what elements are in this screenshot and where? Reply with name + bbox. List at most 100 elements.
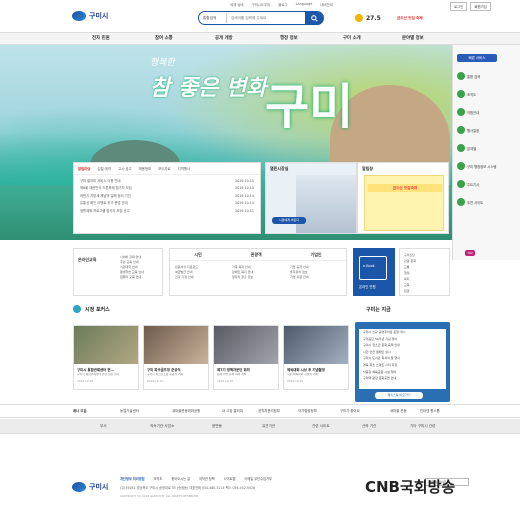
banner-link[interactable]: 인터넷 원스톱 <box>420 405 440 418</box>
card-title: 제7기 정책자문단 회의 <box>217 368 250 372</box>
banner-link[interactable]: 국가법령정보 <box>298 405 317 418</box>
util-link[interactable]: 구미시도우미 <box>252 2 271 8</box>
nav-item[interactable]: 분야별 정보 <box>402 33 424 45</box>
audience-col: 가족 복지 안내 장애인 복지 안내 일자리 창출 정보 <box>232 265 253 280</box>
audience-link[interactable]: 기업 지원 안내 <box>290 275 308 280</box>
scroll-top-button[interactable]: TOP <box>465 250 475 256</box>
footer-nav-item[interactable]: 관련 사이트 <box>312 419 330 433</box>
online-link[interactable]: 컴퓨터 교육 안내 <box>120 275 144 280</box>
footer-nav-item[interactable]: 읍면동 <box>212 419 222 433</box>
footer-link[interactable]: 개인정보 처리방침 <box>120 476 145 481</box>
focus-card[interactable]: 구미시 통합관제센터 현... 구미시 통합관제센터 현장 점검 실시 2019… <box>73 325 139 390</box>
gumi-now-item[interactable]: 구미시 신규 공영주차장 운영 개시 <box>359 329 446 336</box>
login-button[interactable]: 로그인 <box>450 2 468 11</box>
tab-notice[interactable]: 고시·공고 <box>118 166 132 171</box>
tab-press[interactable]: 보도자료 <box>158 166 170 171</box>
signup-button[interactable]: 회원가입 <box>470 2 491 11</box>
footer-link[interactable]: 사이트맵 <box>224 476 236 481</box>
search-input[interactable] <box>227 13 305 23</box>
audience-tabs: 시민 관광객 기업인 <box>170 249 346 261</box>
audience-link[interactable]: 일자리 창출 정보 <box>232 275 253 280</box>
sidebar-item[interactable]: 통합 검색 <box>457 69 501 83</box>
focus-card[interactable]: 구미 파크골프장 준공식 구미시 파크골프장 준공식 개최 2019.10.15 <box>143 325 209 390</box>
tab-event[interactable]: 지역행사 <box>178 166 190 171</box>
sidebar-item[interactable]: 구미 행정정보 시스템 <box>457 159 501 173</box>
sun-icon <box>355 14 363 22</box>
audience-link[interactable]: 건강 가정 안내 <box>175 275 198 280</box>
news-row[interactable]: 구미 알리미 서비스 이용 안내 2019.10.15 <box>80 178 254 185</box>
banner-link[interactable]: 농업기술센터 <box>120 405 139 418</box>
banner-link[interactable]: 구미가 좋아요 <box>340 405 360 418</box>
util-link[interactable]: 내비안내 <box>320 2 332 8</box>
footer-link[interactable]: 이메일 무단수집거부 <box>244 476 271 481</box>
util-link[interactable]: 세계 상태 <box>230 2 244 8</box>
ebook-button[interactable]: e-Book 온라인 민원 <box>353 248 395 296</box>
news-row[interactable]: 생활체육 프로그램 참가자 모집 공고 2019.10.11 <box>80 208 254 215</box>
sidebar-item[interactable]: 행사일정 <box>457 123 501 137</box>
hero-subtitle: 행복한 <box>150 58 175 68</box>
mayor-contact-button[interactable]: 시장에게 바란다 <box>272 217 306 224</box>
tab-tourist[interactable]: 관광객 <box>251 252 262 258</box>
footer-link[interactable]: 조직도 <box>154 476 163 481</box>
link-icon <box>457 198 465 206</box>
gumi-now-item[interactable]: 구미역 광장 문화공연 안내 <box>359 375 446 382</box>
site-footer: 구미시 개인정보 처리방침 조직도 찾아오시는 길 저작권 정책 사이트맵 이메… <box>0 433 520 510</box>
util-link[interactable]: 블로그 <box>278 2 287 8</box>
gumi-now-item[interactable]: 경북 최초 스마트 시티 지정 <box>359 362 446 369</box>
footer-nav-item[interactable]: 기타 구미시 관련 <box>410 419 435 433</box>
footer-nav-item[interactable]: 산하 기관 <box>362 419 376 433</box>
banner-link[interactable]: 새마을 운동 <box>390 405 407 418</box>
tab-citizen[interactable]: 시민 <box>194 252 201 258</box>
search-button[interactable] <box>305 11 323 25</box>
sidebar-item[interactable]: 직원안내 <box>457 105 501 119</box>
sidebar-item[interactable]: 분야별 <box>457 141 501 155</box>
banner-link[interactable]: 새마을운동테마공원 <box>172 405 200 418</box>
banner-link[interactable]: 공직자윤리정보 <box>258 405 280 418</box>
news-row[interactable]: 유통성 확인 이벤트 추가 운영 안내 2019.10.14 <box>80 200 254 207</box>
nav-item[interactable]: 참여 소통 <box>155 33 173 45</box>
site-logo[interactable]: 구미시 <box>72 10 122 22</box>
focus-photo <box>214 326 278 364</box>
footer-nav-item[interactable]: 유관기관 <box>262 419 275 433</box>
ebook-caption: 온라인 민원 <box>359 285 376 289</box>
ebook-label: e-Book <box>363 264 375 268</box>
gumi-now-item[interactable]: 낙동강 체육공원 시설 정비 <box>359 369 446 376</box>
focus-card[interactable]: 체육대회 시상 후 기념촬영 시민 체육대회 시상식 개최 2019.10.15 <box>283 325 349 390</box>
nav-item[interactable]: 구미 소개 <box>343 33 361 45</box>
footer-link[interactable]: 찾아오시는 길 <box>171 476 190 481</box>
online-education-box: 온라인교육 사이버 강좌 안내 주민 교육 안내 시민대학 안내 평생학습 교육… <box>73 248 163 296</box>
hero-title: 참 좋은 변화 <box>150 75 267 101</box>
gumi-now-item[interactable]: 구미공단 50주년 기념 행사 <box>359 336 446 343</box>
sidebar-item[interactable]: 주요기사 <box>457 177 501 191</box>
online-education-list: 사이버 강좌 안내 주민 교육 안내 시민대학 안내 평생학습 교육 안내 컴퓨… <box>120 255 144 280</box>
right-link[interactable]: 환경 <box>404 288 416 294</box>
sidebar-item[interactable]: 조직도 <box>457 87 501 101</box>
news-row[interactable]: 제6회 대한민국 드론축제 참가자 모집 2019.10.15 <box>80 185 254 192</box>
popup-image[interactable]: 금오산 맛집축제 <box>364 175 444 231</box>
nav-item[interactable]: 행정 정보 <box>280 33 298 45</box>
nav-item[interactable]: 공개 개방 <box>215 33 233 45</box>
focus-title: 시정 포커스 <box>85 307 110 313</box>
tab-hire[interactable]: 채용정보 <box>139 166 151 171</box>
util-link[interactable]: Language <box>296 2 313 8</box>
search-scope-select[interactable]: 통합검색 <box>199 13 227 23</box>
facebook-button[interactable]: 페이스북 바로가기 <box>375 392 423 399</box>
tab-bid[interactable]: 입찰·계약 <box>97 166 111 171</box>
banner-link[interactable]: 내 고장 알리미 <box>222 405 243 418</box>
tab-news[interactable]: 알림마당 <box>78 166 90 171</box>
gumi-now-item[interactable]: 시민 안전 캠페인 실시 <box>359 349 446 356</box>
gumi-now-item[interactable]: 구미시 청소년 문화 축제 안내 <box>359 342 446 349</box>
tab-business[interactable]: 기업인 <box>311 252 322 258</box>
card-date: 2019.10.15 <box>287 378 304 383</box>
focus-card[interactable]: 제7기 정책자문단 회의 정책 현안 논의 회의 개최 2019.10.15 <box>213 325 279 390</box>
news-row[interactable]: 하반기 지방세 체납액 일제 정리 기간 2019.10.14 <box>80 193 254 200</box>
promo-banner[interactable]: 금오산 맛집 축제 <box>397 11 443 25</box>
gumi-now-item[interactable]: 구미시 도서관 독서의 달 행사 <box>359 355 446 362</box>
footer-nav-item[interactable]: 부서 <box>100 419 107 433</box>
footer-link[interactable]: 저작권 정책 <box>199 476 215 481</box>
quick-service-sidebar: 빠른 서비스 통합 검색 조직도 직원안내 행사일정 분야별 구미 행정정보 시… <box>452 45 520 260</box>
nav-item[interactable]: 전자 민원 <box>92 33 110 45</box>
sidebar-item[interactable]: 추천 사이트 <box>457 195 501 209</box>
footer-nav-item[interactable]: 직속기관·사업소 <box>150 419 174 433</box>
popup-title: 알림창 <box>362 166 374 171</box>
